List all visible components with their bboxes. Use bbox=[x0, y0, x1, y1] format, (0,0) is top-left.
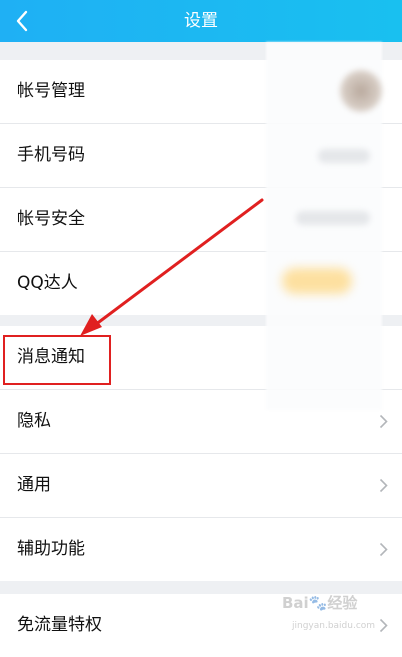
watermark-url: jingyan.baidu.com bbox=[292, 621, 376, 631]
blurred-value bbox=[296, 211, 370, 225]
top-bar: 设置 bbox=[0, 0, 402, 42]
settings-item-general[interactable]: 通用 bbox=[0, 454, 402, 518]
settings-item-accessibility[interactable]: 辅助功能 bbox=[0, 518, 402, 581]
page-title: 设置 bbox=[184, 11, 218, 31]
item-label: 通用 bbox=[17, 475, 51, 495]
item-label: 帐号管理 bbox=[17, 81, 85, 101]
watermark: Bai🐾经验 bbox=[282, 594, 358, 612]
chevron-right-icon bbox=[379, 542, 388, 557]
item-label: 帐号安全 bbox=[17, 209, 85, 229]
item-label: 免流量特权 bbox=[17, 615, 102, 635]
highlight-box bbox=[3, 335, 111, 385]
blurred-badge bbox=[282, 268, 352, 294]
blurred-value bbox=[318, 149, 370, 163]
item-label: 手机号码 bbox=[17, 145, 85, 165]
chevron-right-icon bbox=[379, 478, 388, 493]
item-label: 隐私 bbox=[17, 411, 51, 431]
blurred-avatar bbox=[340, 70, 382, 112]
item-label: 辅助功能 bbox=[17, 539, 85, 559]
item-label: QQ达人 bbox=[17, 273, 78, 293]
chevron-right-icon bbox=[379, 618, 388, 633]
chevron-right-icon bbox=[379, 414, 388, 429]
